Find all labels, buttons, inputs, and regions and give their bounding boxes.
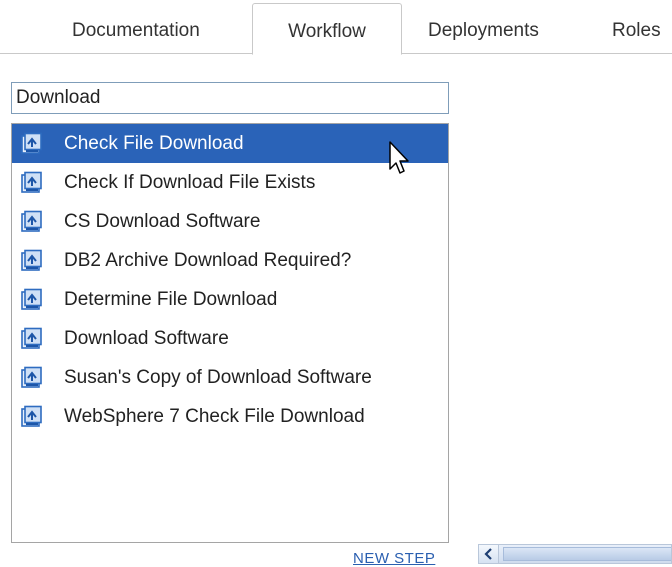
workflow-step-icon — [21, 288, 42, 310]
tab-workflow[interactable]: Workflow — [252, 3, 402, 55]
chevron-left-icon — [483, 548, 492, 560]
horizontal-scrollbar[interactable] — [478, 544, 672, 564]
list-item-label: CS Download Software — [64, 211, 261, 232]
tab-documentation[interactable]: Documentation — [72, 14, 200, 54]
list-item-label: WebSphere 7 Check File Download — [64, 406, 365, 427]
workflow-step-icon — [21, 366, 42, 388]
scrollbar-thumb[interactable] — [503, 547, 671, 561]
list-item[interactable]: WebSphere 7 Check File Download — [12, 397, 448, 436]
results-list[interactable]: Check File Download Check If Download Fi… — [11, 123, 449, 543]
mouse-pointer-icon — [389, 141, 409, 174]
workflow-step-icon — [21, 249, 42, 271]
list-item-label: DB2 Archive Download Required? — [64, 250, 352, 271]
workflow-step-icon — [21, 171, 42, 193]
list-item[interactable]: Download Software — [12, 319, 448, 358]
list-item-label: Check If Download File Exists — [64, 172, 316, 193]
list-item[interactable]: Susan's Copy of Download Software — [12, 358, 448, 397]
workflow-step-icon — [21, 210, 42, 232]
list-item-label: Determine File Download — [64, 289, 278, 310]
list-item-label: Susan's Copy of Download Software — [64, 367, 372, 388]
list-item[interactable]: Check If Download File Exists — [12, 163, 448, 202]
tab-bar: Documentation Workflow Deployments Roles — [0, 0, 672, 55]
tab-roles[interactable]: Roles — [612, 14, 661, 54]
scroll-left-button[interactable] — [479, 545, 499, 563]
list-item[interactable]: Determine File Download — [12, 280, 448, 319]
new-step-link[interactable]: NEW STEP — [353, 550, 435, 567]
tab-deployments[interactable]: Deployments — [428, 14, 539, 54]
search-input[interactable] — [11, 82, 449, 114]
list-item[interactable]: Check File Download — [12, 124, 448, 163]
list-item-label: Check File Download — [64, 133, 244, 154]
workflow-step-icon — [21, 132, 42, 154]
list-item[interactable]: DB2 Archive Download Required? — [12, 241, 448, 280]
workflow-step-icon — [21, 327, 42, 349]
workflow-step-icon — [21, 405, 42, 427]
list-item[interactable]: CS Download Software — [12, 202, 448, 241]
list-item-label: Download Software — [64, 328, 229, 349]
